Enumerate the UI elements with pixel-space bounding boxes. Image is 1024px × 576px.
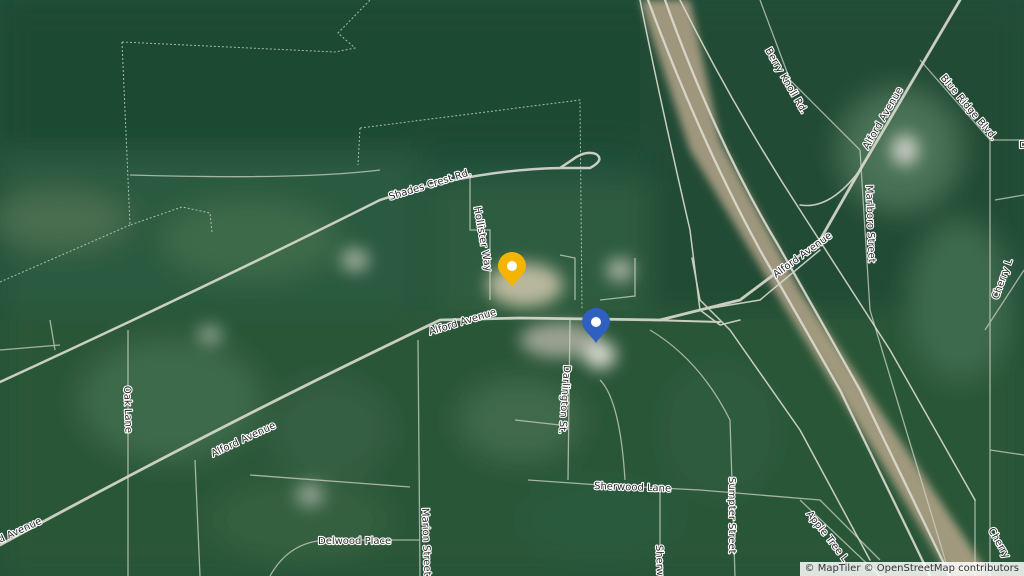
- map-canvas[interactable]: Shades Crest Rd. Hollister Way Alford Av…: [0, 0, 1024, 576]
- satellite-imagery: [0, 0, 1024, 576]
- label-delwood-place: Delwood Place: [318, 536, 391, 547]
- map-view[interactable]: Shades Crest Rd. Hollister Way Alford Av…: [0, 0, 1024, 576]
- label-edge-d: D: [1019, 140, 1024, 151]
- label-sherwood-edge: Sherw: [653, 545, 665, 576]
- map-attribution[interactable]: © MapTiler © OpenStreetMap contributors: [799, 562, 1024, 576]
- label-sumpter-street: Sumpter Street: [726, 477, 737, 554]
- label-oak-lane: Oak Lane: [121, 386, 134, 434]
